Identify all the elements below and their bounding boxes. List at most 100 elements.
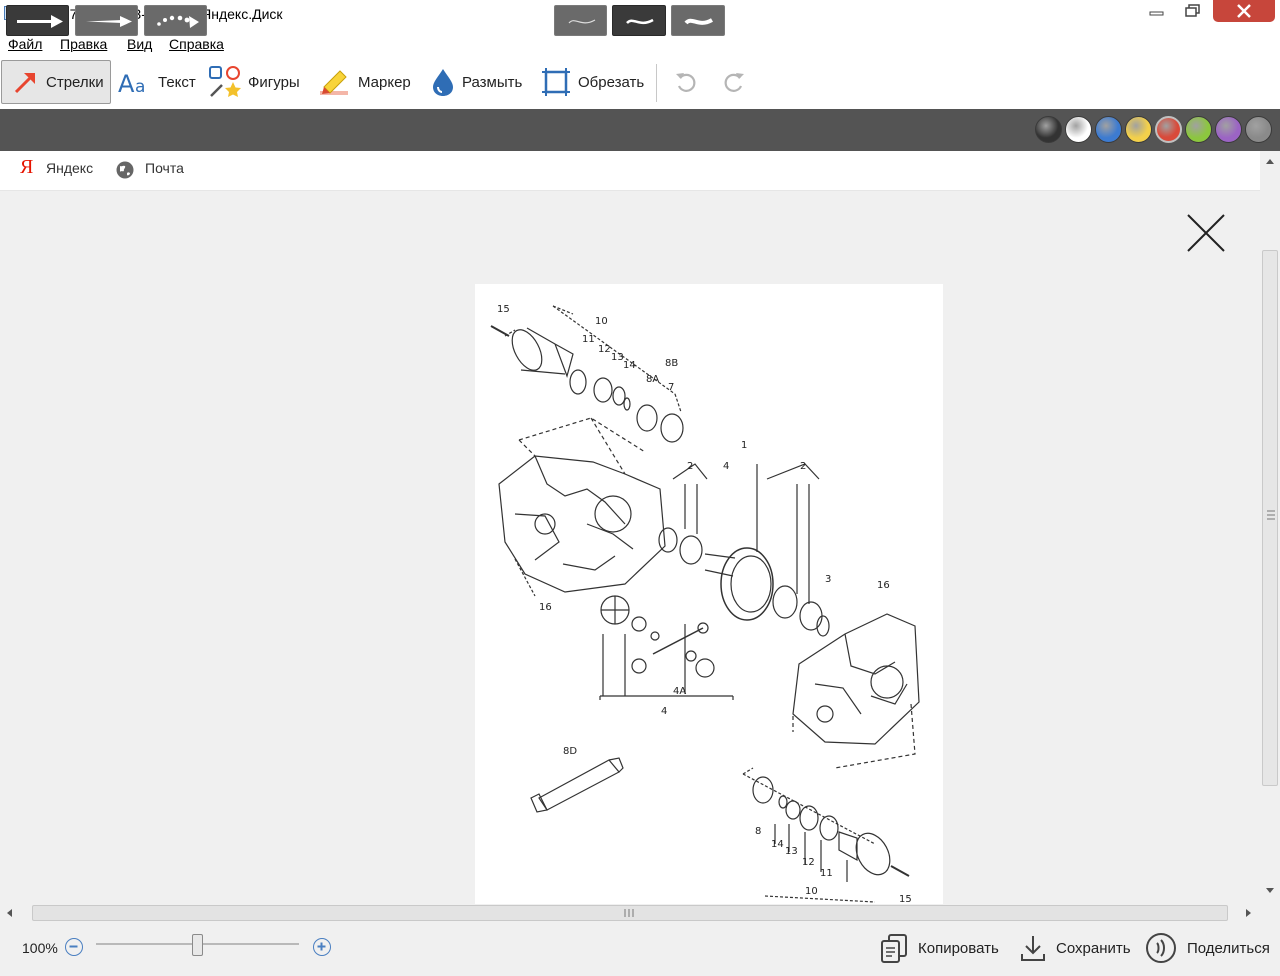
tool-blur[interactable]: Размыть [430,60,522,104]
close-icon [1237,4,1251,18]
diagram-part-label: 15 [899,894,912,904]
diagram-part-label: 14 [771,839,784,850]
minimize-button[interactable] [1139,0,1175,22]
diagram-part-label: 2 [687,461,693,472]
tool-arrows[interactable]: Стрелки [1,60,111,104]
diagram-part-label: 10 [805,886,818,897]
share-icon [1146,933,1176,963]
minimize-icon [1149,11,1164,16]
save-button[interactable]: Сохранить [1020,931,1131,965]
shapes-tool-icon [209,66,241,97]
tool-shapes-label: Фигуры [248,73,300,91]
tool-arrows-label: Стрелки [46,73,104,91]
globe-icon[interactable] [115,160,135,180]
arrow-tool-icon [14,72,36,94]
zoom-in-button[interactable] [313,938,331,956]
svg-text:a: a [135,77,145,97]
vertical-scrollbar-thumb[interactable] [1262,250,1278,786]
tool-shapes[interactable]: Фигуры [208,60,300,104]
arrow-style-dotted[interactable] [144,5,207,36]
undo-icon[interactable] [674,70,698,94]
diagram-part-label: 11 [582,334,595,345]
zoom-level: 100% [22,940,58,956]
bookmark-mail[interactable]: Почта [145,160,184,176]
color-swatch[interactable] [1065,116,1092,143]
color-swatch[interactable] [1155,116,1182,143]
arrow-style-standard[interactable] [6,5,69,36]
diagram-part-label: 16 [877,580,890,591]
color-swatch[interactable] [1215,116,1242,143]
diagram-part-label: 8A [646,374,659,385]
menu-help[interactable]: Справка [169,36,224,52]
diagram-part-label: 11 [820,868,833,879]
thickness-thin[interactable] [554,5,607,36]
tool-bar: Стрелки A a Текст Фигуры Маркер Размыть [0,58,1280,110]
diagram-part-label: 15 [497,304,510,315]
scroll-left-icon[interactable] [5,907,15,919]
menu-edit[interactable]: Правка [60,36,107,52]
zoom-out-button[interactable] [65,938,83,956]
yandex-logo-icon[interactable]: Я [20,156,33,179]
color-swatch[interactable] [1035,116,1062,143]
bookmark-yandex[interactable]: Яндекс [46,160,93,176]
menu-view[interactable]: Вид [127,36,152,52]
color-swatch[interactable] [1125,116,1152,143]
close-viewer-icon[interactable] [1186,213,1226,253]
exploded-gearbox-diagram: 1510111213148A8B712 4 2316164A48D814131211… [490,304,920,905]
thickness-medium[interactable] [612,5,666,36]
download-icon [1021,936,1045,961]
tool-marker-label: Маркер [358,73,411,91]
blur-drop-icon [433,69,453,96]
tool-blur-label: Размыть [462,73,523,91]
share-label: Поделиться [1187,939,1270,957]
diagram-part-label: 14 [623,360,636,371]
restore-icon [1185,4,1200,17]
scroll-down-icon[interactable] [1264,886,1276,896]
copy-icon [881,934,907,963]
thin-line-icon [568,19,596,24]
diagram-part-label: 4A [673,686,686,697]
arrow-tapered-icon [86,16,132,27]
arrow-dotted-icon [157,15,199,28]
plus-icon [317,942,326,951]
diagram-part-label: 4 [723,461,729,472]
thickness-thick[interactable] [671,5,725,36]
tool-crop[interactable]: Обрезать [540,60,644,104]
diagram-part-label: 7 [668,382,674,393]
copy-button[interactable]: Копировать [880,931,999,965]
diagram-part-label: 10 [595,316,608,327]
marker-tool-icon [320,70,348,95]
parts-diagram-image: 15 10 11 12 13 14 8A 8B 7 1 2 4 2 3 16 16 4A 4 8D 8 14 13 12 11… [475,284,943,905]
arrow-standard-icon [17,15,63,28]
toolbar-separator [656,64,657,102]
arrow-style-tapered[interactable] [75,5,138,36]
share-button[interactable]: Поделиться [1145,931,1270,965]
crop-icon [542,68,570,96]
save-label: Сохранить [1056,939,1131,957]
tool-text[interactable]: A a Текст [118,60,196,104]
diagram-part-label: 13 [785,846,798,857]
svg-text:A: A [118,70,135,97]
scroll-up-icon[interactable] [1264,156,1276,166]
menu-file[interactable]: Файл [8,36,42,52]
bookmarks-bar: Я Яндекс Почта [0,151,1260,191]
horizontal-scrollbar-thumb[interactable] [32,905,1228,921]
copy-label: Копировать [918,939,999,957]
scroll-right-icon[interactable] [1243,907,1253,919]
color-swatch[interactable] [1095,116,1122,143]
tool-crop-label: Обрезать [578,73,645,91]
grip-icon [624,909,634,917]
tool-marker[interactable]: Маркер [314,60,411,104]
close-window-button[interactable] [1213,0,1275,22]
diagram-part-label: 13 [611,352,624,363]
diagram-part-label: 8D [563,746,577,757]
diagram-part-label: 8B [665,358,678,369]
medium-line-icon [626,18,654,25]
restore-button[interactable] [1176,0,1212,22]
color-swatch[interactable] [1245,116,1272,143]
color-swatch[interactable] [1185,116,1212,143]
zoom-slider-thumb[interactable] [191,934,203,956]
diagram-part-label: 16 [539,602,552,613]
thick-line-icon [684,18,713,25]
redo-icon[interactable] [722,70,746,94]
